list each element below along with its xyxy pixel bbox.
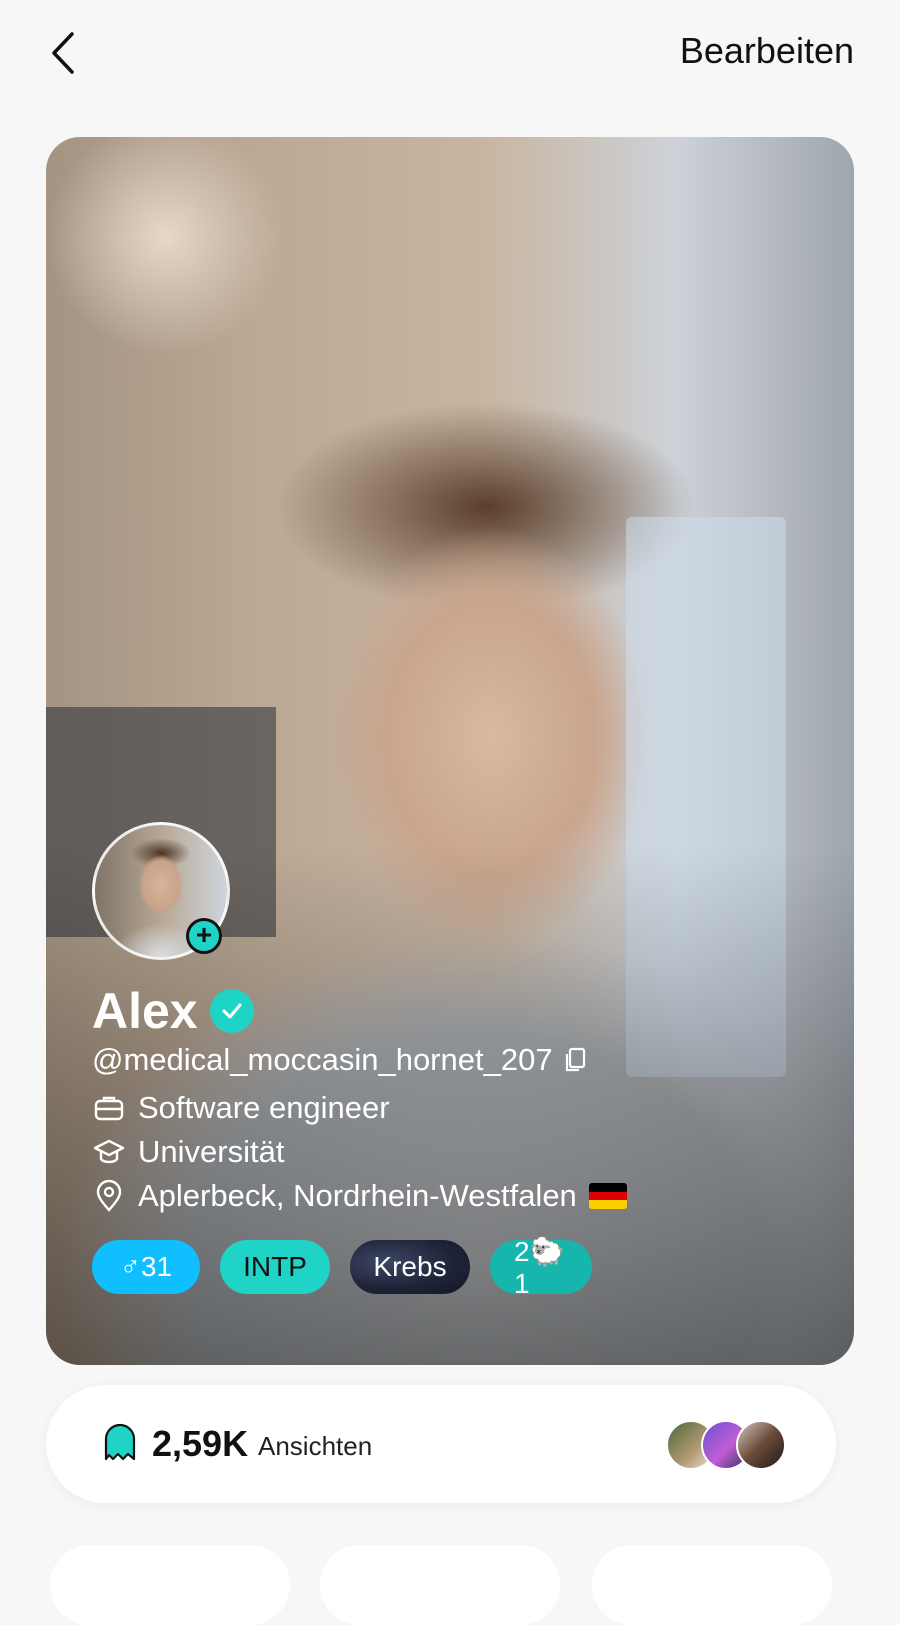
viewer-avatar[interactable] xyxy=(736,1420,786,1470)
back-button[interactable] xyxy=(44,28,84,78)
action-card[interactable] xyxy=(592,1545,832,1625)
copy-icon[interactable] xyxy=(563,1046,587,1074)
views-count: 2,59K xyxy=(152,1423,249,1464)
graduation-cap-icon xyxy=(92,1135,126,1169)
profile-tags: ♂31 INTP Krebs 2🐑1 xyxy=(92,1236,592,1299)
action-card[interactable] xyxy=(50,1545,290,1625)
views-label: Ansichten xyxy=(258,1431,373,1461)
gender-age-tag[interactable]: ♂31 xyxy=(92,1240,200,1294)
edit-button[interactable]: Bearbeiten xyxy=(680,30,854,72)
job-title: Software engineer xyxy=(138,1090,390,1125)
ghost-icon xyxy=(102,1423,138,1463)
location-pin-icon xyxy=(92,1179,126,1213)
location: Aplerbeck, Nordrhein-Westfalen xyxy=(138,1178,577,1213)
education: Universität xyxy=(138,1134,285,1169)
username: @medical_moccasin_hornet_207 xyxy=(92,1042,553,1077)
zodiac-tag[interactable]: Krebs xyxy=(350,1240,470,1294)
kids-tag[interactable]: 2🐑1 xyxy=(490,1236,592,1299)
education-row: Universität xyxy=(92,1134,284,1170)
username-row: @medical_moccasin_hornet_207 xyxy=(92,1042,587,1078)
germany-flag-icon xyxy=(588,1183,627,1209)
add-photo-button[interactable]: + xyxy=(186,918,222,954)
mbti-tag[interactable]: INTP xyxy=(220,1240,330,1294)
check-badge-icon xyxy=(209,989,254,1033)
chevron-left-icon xyxy=(52,32,74,74)
views-card[interactable]: 2,59K Ansichten xyxy=(46,1385,836,1503)
briefcase-icon xyxy=(92,1091,126,1125)
profile-name: Alex xyxy=(92,983,198,1039)
top-bar: Bearbeiten xyxy=(0,0,900,110)
job-row: Software engineer xyxy=(92,1090,390,1126)
location-row: Aplerbeck, Nordrhein-Westfalen xyxy=(92,1178,627,1214)
name-row: Alex xyxy=(92,982,254,1040)
action-card[interactable] xyxy=(320,1545,560,1625)
